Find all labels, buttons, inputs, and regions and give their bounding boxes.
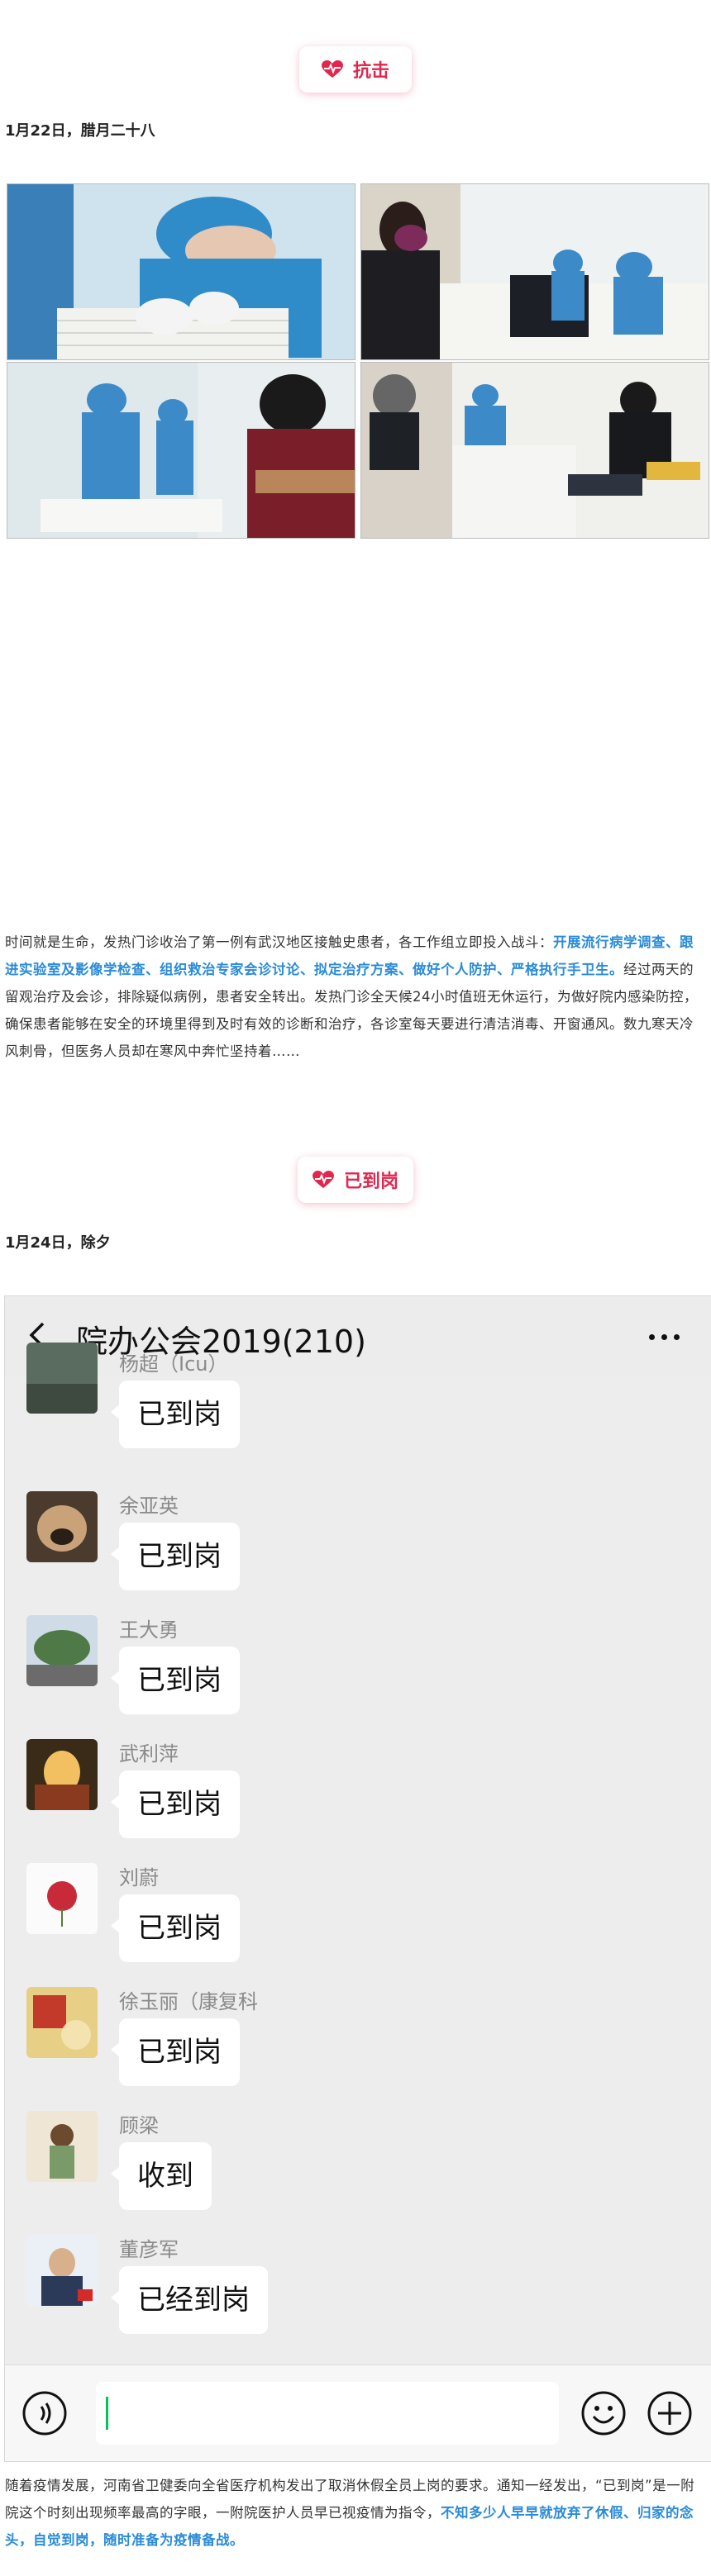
story-paragraph-1: 时间就是生命，发热门诊收治了第一例有武汉地区接触史患者，各工作组立即投入战斗：开… bbox=[5, 929, 704, 1065]
date-heading: 1月22日，腊月二十八 bbox=[5, 122, 155, 140]
chat-input-bar bbox=[5, 2365, 711, 2461]
sender-name: 王大勇 bbox=[119, 1618, 179, 1642]
sender-name: 余亚英 bbox=[119, 1495, 179, 1518]
photo-nurse-writing bbox=[7, 183, 356, 360]
message-bubble[interactable]: 已到岗 bbox=[111, 1770, 240, 1838]
sender-name: 刘蔚 bbox=[119, 1866, 159, 1889]
plus-icon[interactable] bbox=[647, 2390, 693, 2436]
avatar bbox=[26, 1739, 98, 1810]
heart-pulse-icon bbox=[321, 60, 343, 78]
sender-name: 武利萍 bbox=[119, 1742, 179, 1766]
chat-message: 杨超（Icu） 已到岗 bbox=[5, 1343, 711, 1466]
avatar bbox=[26, 2111, 98, 2182]
message-bubble[interactable]: 已到岗 bbox=[111, 2018, 240, 2086]
chat-message: 顾梁 收到 bbox=[5, 2111, 711, 2235]
message-bubble[interactable]: 已到岗 bbox=[111, 1381, 240, 1448]
photo-clinic-window bbox=[360, 183, 709, 360]
message-bubble[interactable]: 已经到岗 bbox=[111, 2266, 268, 2334]
voice-icon[interactable] bbox=[21, 2390, 68, 2436]
story-paragraph-2: 随着疫情发展，河南省卫健委向全省医疗机构发出了取消休假全员上岗的要求。通知一经发… bbox=[5, 2472, 704, 2554]
sender-name: 杨超（Icu） bbox=[119, 1352, 228, 1376]
sender-name: 董彦军 bbox=[119, 2238, 179, 2261]
avatar bbox=[26, 2235, 98, 2306]
avatar bbox=[26, 1987, 98, 2058]
heart-pulse-icon bbox=[312, 1171, 334, 1188]
pill-label: 抗击 bbox=[352, 61, 389, 82]
chat-message: 董彦军 已经到岗 bbox=[5, 2235, 711, 2359]
chat-message: 刘蔚 已到岗 bbox=[5, 1863, 711, 1987]
avatar bbox=[26, 1863, 98, 1934]
pill-label: 已到岗 bbox=[343, 1172, 398, 1192]
chat-message: 武利萍 已到岗 bbox=[5, 1739, 711, 1863]
para1-intro: 时间就是生命，发热门诊收治了第一例有武汉地区接触史患者，各工作组立即投入战斗： bbox=[5, 934, 553, 950]
emoji-icon[interactable] bbox=[580, 2390, 627, 2436]
message-bubble[interactable]: 已到岗 bbox=[111, 1894, 240, 1962]
chat-message: 余亚英 已到岗 bbox=[5, 1491, 711, 1615]
message-bubble[interactable]: 已到岗 bbox=[111, 1647, 240, 1714]
section-pill-fight: 抗击 bbox=[299, 46, 412, 93]
chat-message: 王大勇 已到岗 bbox=[5, 1615, 711, 1739]
photo-grid bbox=[7, 183, 709, 539]
sender-name: 顾梁 bbox=[119, 2114, 159, 2137]
avatar bbox=[26, 1615, 98, 1686]
avatar bbox=[26, 1343, 98, 1414]
message-bubble[interactable]: 已到岗 bbox=[111, 1523, 240, 1590]
section-pill-on-duty: 已到岗 bbox=[297, 1157, 413, 1203]
message-bubble[interactable]: 收到 bbox=[111, 2142, 212, 2210]
sender-name: 徐玉丽（康复科 bbox=[119, 1990, 258, 2013]
chat-screenshot: 院办公会2019(210) 杨超（Icu） 已到岗 余亚英 已到岗 王大勇 已到… bbox=[4, 1295, 711, 2462]
message-input[interactable] bbox=[96, 2382, 559, 2445]
photo-patient-seated bbox=[360, 362, 709, 539]
photo-nurses-patient bbox=[7, 362, 356, 539]
date-heading: 1月24日，除夕 bbox=[5, 1234, 111, 1252]
more-options-icon[interactable] bbox=[649, 1334, 680, 1340]
chat-message: 徐玉丽（康复科 已到岗 bbox=[5, 1987, 711, 2111]
avatar bbox=[26, 1491, 98, 1562]
